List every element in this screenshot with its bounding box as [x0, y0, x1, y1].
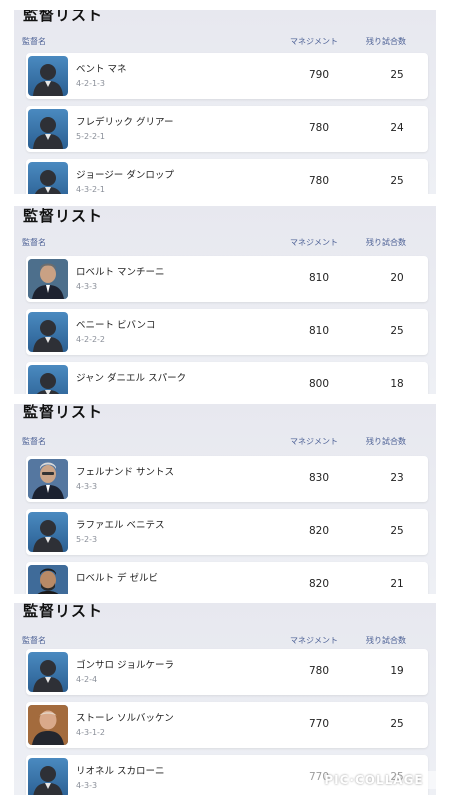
col-name-header: 監督名	[22, 238, 46, 247]
col-management-header: マネジメント	[290, 636, 338, 645]
manager-row[interactable]: フェルナンド サントス 4-3-3 830 23	[26, 456, 428, 502]
remaining-games-value: 20	[390, 272, 404, 284]
col-remaining-header: 残り試合数	[366, 636, 406, 645]
manager-formation: 5-2-3	[76, 535, 98, 544]
manager-formation: 5-2-2-1	[76, 132, 106, 141]
manager-row[interactable]: ロベルト マンチーニ 4-3-3 810 20	[26, 256, 428, 302]
manager-list-panel-2: 監督リスト 監督名 マネジメント 残り試合数 ロベルト マンチーニ 4-3-3 …	[14, 206, 436, 394]
manager-row[interactable]: ジャン ダニエル スパーク 800 18	[26, 362, 428, 394]
management-value: 830	[308, 472, 330, 484]
manager-row[interactable]: ジョージー ダンロップ 4-3-2-1 780 25	[26, 159, 428, 194]
panel-title: 監督リスト	[23, 404, 104, 421]
manager-name: ベニート ビバンコ	[76, 320, 156, 331]
management-value: 780	[308, 665, 330, 677]
col-name-header: 監督名	[22, 636, 46, 645]
manager-name: ベント マネ	[76, 64, 127, 75]
manager-row[interactable]: ベニート ビバンコ 4-2-2-2 810 25	[26, 309, 428, 355]
silhouette-icon	[28, 365, 68, 394]
manager-name: ジョージー ダンロップ	[76, 170, 174, 181]
silhouette-icon	[28, 56, 68, 96]
manager-photo	[28, 705, 68, 745]
manager-row[interactable]: ベント マネ 4-2-1-3 790 25	[26, 53, 428, 99]
pic-collage-watermark: PIC·COLLAGE	[309, 771, 439, 789]
manager-name: ロベルト デ ゼルビ	[76, 573, 159, 584]
remaining-games-value: 25	[390, 175, 404, 187]
manager-name: フレデリック グリアー	[76, 117, 174, 128]
manager-formation: 4-3-1-2	[76, 728, 106, 737]
management-value: 780	[308, 175, 330, 187]
manager-photo	[28, 565, 68, 594]
manager-formation: 4-3-3	[76, 781, 98, 790]
manager-name: リオネル スカローニ	[76, 766, 165, 777]
silhouette-icon	[28, 109, 68, 149]
management-value: 800	[308, 378, 330, 390]
col-management-header: マネジメント	[290, 37, 338, 46]
manager-formation: 4-3-3	[76, 282, 98, 291]
manager-row[interactable]: ストーレ ソルバッケン 4-3-1-2 770 25	[26, 702, 428, 748]
management-value: 780	[308, 122, 330, 134]
remaining-games-value: 24	[390, 122, 404, 134]
silhouette-icon	[28, 162, 68, 194]
manager-name: フェルナンド サントス	[76, 467, 175, 478]
manager-row[interactable]: ロベルト デ ゼルビ 820 21	[26, 562, 428, 594]
management-value: 820	[308, 525, 330, 537]
remaining-games-value: 25	[390, 69, 404, 81]
manager-list-panel-1: 監督リスト 監督名 マネジメント 残り試合数 ベント マネ 4-2-1-3 79…	[14, 10, 436, 194]
manager-formation: 4-3-3	[76, 482, 98, 491]
manager-list-panel-3: 監督リスト 監督名 マネジメント 残り試合数 フェルナンド サントス 4-3-3…	[14, 404, 436, 594]
manager-name: ストーレ ソルバッケン	[76, 713, 174, 724]
col-remaining-header: 残り試合数	[366, 37, 406, 46]
manager-name: ロベルト マンチーニ	[76, 267, 165, 278]
manager-photo	[28, 459, 68, 499]
remaining-games-value: 19	[390, 665, 404, 677]
col-name-header: 監督名	[22, 437, 46, 446]
manager-list-panel-4: 監督リスト 監督名 マネジメント 残り試合数 ゴンサロ ジョルケーラ 4-2-4…	[14, 603, 436, 795]
silhouette-icon	[28, 312, 68, 352]
manager-formation: 4-2-1-3	[76, 79, 106, 88]
management-value: 810	[308, 325, 330, 337]
manager-formation: 4-2-4	[76, 675, 98, 684]
panel-title: 監督リスト	[23, 10, 104, 24]
management-value: 770	[308, 718, 330, 730]
remaining-games-value: 25	[390, 525, 404, 537]
manager-row[interactable]: ラファエル ベニテス 5-2-3 820 25	[26, 509, 428, 555]
management-value: 790	[308, 69, 330, 81]
col-remaining-header: 残り試合数	[366, 238, 406, 247]
silhouette-icon	[28, 512, 68, 552]
manager-name: ジャン ダニエル スパーク	[76, 373, 187, 384]
silhouette-icon	[28, 758, 68, 795]
col-management-header: マネジメント	[290, 238, 338, 247]
manager-row[interactable]: フレデリック グリアー 5-2-2-1 780 24	[26, 106, 428, 152]
remaining-games-value: 21	[390, 578, 404, 590]
silhouette-icon	[28, 652, 68, 692]
remaining-games-value: 23	[390, 472, 404, 484]
panel-title: 監督リスト	[23, 207, 104, 225]
manager-row[interactable]: ゴンサロ ジョルケーラ 4-2-4 780 19	[26, 649, 428, 695]
manager-formation: 4-3-2-1	[76, 185, 106, 194]
manager-name: ゴンサロ ジョルケーラ	[76, 660, 175, 671]
panel-title: 監督リスト	[23, 603, 104, 620]
manager-photo	[28, 259, 68, 299]
manager-name: ラファエル ベニテス	[76, 520, 165, 531]
management-value: 810	[308, 272, 330, 284]
remaining-games-value: 18	[390, 378, 404, 390]
manager-formation: 4-2-2-2	[76, 335, 106, 344]
col-remaining-header: 残り試合数	[366, 437, 406, 446]
remaining-games-value: 25	[390, 718, 404, 730]
management-value: 820	[308, 578, 330, 590]
remaining-games-value: 25	[390, 325, 404, 337]
col-management-header: マネジメント	[290, 437, 338, 446]
col-name-header: 監督名	[22, 37, 46, 46]
